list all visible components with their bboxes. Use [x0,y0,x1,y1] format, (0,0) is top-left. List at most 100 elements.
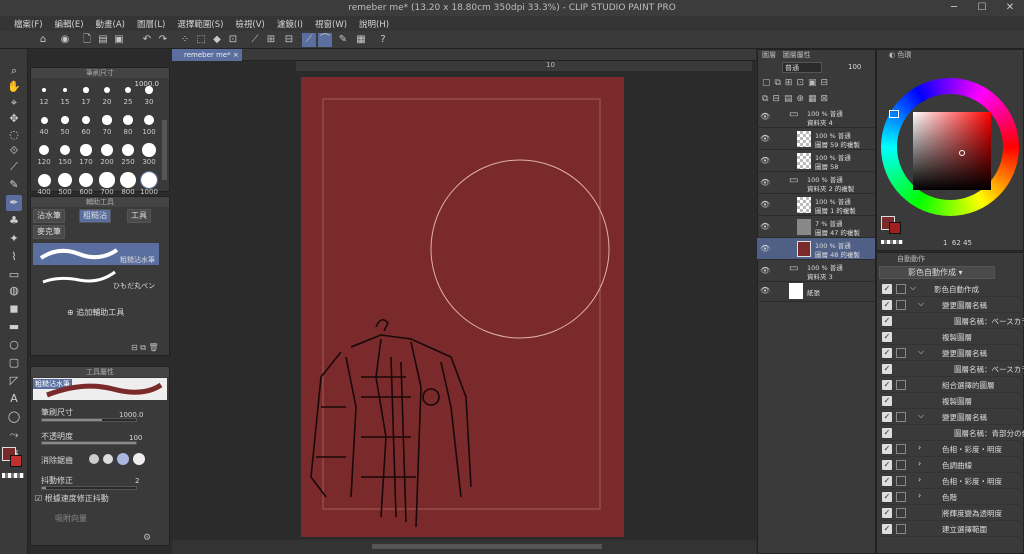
action-checkbox[interactable]: ✓ [882,284,892,294]
chevron-down-icon[interactable]: ⌵ [918,411,924,421]
figure-icon[interactable]: ○ [6,337,22,353]
menu-help[interactable]: 說明(H) [353,18,395,30]
blend-icon[interactable]: ◍ [6,283,22,299]
eraser-icon[interactable]: ▭ [6,267,22,283]
action-item[interactable]: ✓ ⌵ 變更圖層名稱 [878,409,1024,425]
eye-icon[interactable]: 👁 [760,200,770,209]
home-icon[interactable]: ⌂ [36,33,50,47]
brush-size-preset[interactable] [124,86,132,94]
layer-row[interactable]: 👁 100 % 普通 圖層 48 的複製 [757,238,875,260]
save-icon[interactable]: ▣ [112,33,126,47]
action-checkbox[interactable]: ✓ [882,332,892,342]
pen-tool-icon[interactable]: ✒ [6,195,22,211]
eye-icon[interactable]: 👁 [760,156,770,165]
dialog-toggle[interactable] [896,492,906,502]
chevron-down-icon[interactable]: ⌵ [918,347,924,357]
action-checkbox[interactable]: ✓ [882,316,892,326]
snap-icon[interactable]: ⟋ [248,33,262,47]
snap-ruler-icon[interactable]: ⊟ [282,33,296,47]
brush-size-preset[interactable] [143,114,155,126]
brush-size-preset[interactable] [39,145,49,155]
sub-color-swatch[interactable] [889,222,901,234]
speed-correction-checkbox[interactable]: ☑ 根據速度修正抖動 [35,493,109,504]
brush-size-preset[interactable] [58,173,72,187]
fill-icon[interactable]: ◆ [210,33,224,47]
chevron-right-icon[interactable]: › [918,443,921,452]
airbrush-icon[interactable]: ♣ [6,213,22,229]
action-item[interactable]: ✓ 複製圖層 [878,329,1024,345]
frame-icon[interactable]: ▢ [6,355,22,371]
pen-icon[interactable]: ✎ [336,33,350,47]
fill-tool-icon[interactable]: ◼ [6,301,22,317]
menu-window[interactable]: 視窗(W) [309,18,353,30]
transparent-color-icon[interactable] [2,473,24,478]
hue-handle[interactable] [889,110,899,118]
document-tab[interactable]: remeber me* × [172,49,242,61]
brush-size-preset[interactable] [120,172,136,188]
action-item[interactable]: ✓ ⌵ 變更圖層名稱 [878,297,1024,313]
brush-size-preset[interactable] [99,172,115,188]
dialog-toggle[interactable] [896,412,906,422]
action-set-select[interactable]: 影色自動作成 ▾ [879,266,995,279]
close-icon[interactable]: ✕ [996,0,1024,16]
layer-row[interactable]: 👁 7 % 普通 圖層 47 的複製 [757,216,875,238]
action-item[interactable]: ✓ ⌵ 變更圖層名稱 [878,345,1024,361]
blend-mode-select[interactable]: 普通 [782,62,822,73]
dialog-toggle[interactable] [896,524,906,534]
action-item[interactable]: ✓ 圖層名稱：ベースカラ [878,361,1024,377]
menu-filter[interactable]: 濾鏡(I) [271,18,309,30]
antialias-options[interactable] [89,451,159,467]
tab-rough[interactable]: 粗糙沾 [79,209,111,223]
maximize-icon[interactable]: ☐ [968,0,996,16]
tab-marker[interactable]: 麥克筆 [33,225,65,239]
brush-size-preset[interactable] [123,115,133,125]
eye-icon[interactable]: 👁 [760,222,770,231]
chevron-right-icon[interactable]: › [918,491,921,500]
brush-size-preset[interactable] [139,170,159,190]
stroke-icon[interactable]: ⟋ [302,33,316,47]
menu-animation[interactable]: 動畫(A) [90,18,131,30]
text-icon[interactable]: A [6,391,22,407]
action-checkbox[interactable]: ✓ [882,348,892,358]
scrollbar[interactable] [162,120,167,180]
brush-size-preset[interactable] [83,87,89,93]
action-checkbox[interactable]: ✓ [882,428,892,438]
clear-icon[interactable]: ⬚ [194,33,208,47]
horizontal-scrollbar[interactable] [372,544,602,549]
brush-size-preset[interactable] [81,115,91,125]
brush-icon[interactable]: ⌇ [6,249,22,265]
brush-item[interactable]: ひもだ丸ペン [33,267,159,291]
brush-size-preset[interactable] [62,87,68,93]
dialog-toggle[interactable] [896,380,906,390]
menu-selection[interactable]: 選擇範圍(S) [171,18,229,30]
action-item[interactable]: ✓ 圖層名稱：青部分の色 [878,425,1024,441]
add-subtool-button[interactable]: ⊕ 追加輔助工具 [67,307,124,318]
tab-layer[interactable]: 圖層 [762,51,776,59]
action-checkbox[interactable]: ✓ [882,508,892,518]
dialog-toggle[interactable] [896,300,906,310]
brush-size-preset[interactable] [100,143,114,157]
eye-icon[interactable]: 👁 [760,178,770,187]
action-item[interactable]: ✓ ⌵ 影色自動作成 [878,281,1024,297]
eyedropper-icon[interactable]: ⟋ [6,159,22,175]
dialog-toggle[interactable] [896,444,906,454]
action-item[interactable]: ✓ 複製圖層 [878,393,1024,409]
tab-tool[interactable]: 工具 [127,209,151,223]
layer-row[interactable]: 👁 ▭ 100 % 普通 資料夾 4 [757,106,875,128]
settings-icon[interactable]: ⚙ [143,533,151,543]
layer-row[interactable]: 👁 ▭ 100 % 普通 資料夾 3 [757,260,875,282]
brush-size-preset[interactable] [142,143,156,157]
opacity-slider[interactable] [41,441,137,445]
action-item[interactable]: ✓ › 色相・彩度・明度 [878,473,1024,489]
action-checkbox[interactable]: ✓ [882,476,892,486]
move-icon[interactable]: ✥ [6,111,22,127]
brush-size-preset[interactable] [145,86,153,94]
stamp-icon[interactable]: ▦ [354,33,368,47]
brush-size-preset[interactable] [40,116,48,124]
layer-tool-icons-2[interactable]: ⧉⊟▤⊕▦⊠ [762,94,872,106]
redo-icon[interactable]: ↷ [156,33,170,47]
brush-size-preset[interactable] [103,86,111,94]
action-checkbox[interactable]: ✓ [882,460,892,470]
pencil-icon[interactable]: ✎ [6,177,22,193]
brush-size-preset[interactable] [102,115,112,125]
